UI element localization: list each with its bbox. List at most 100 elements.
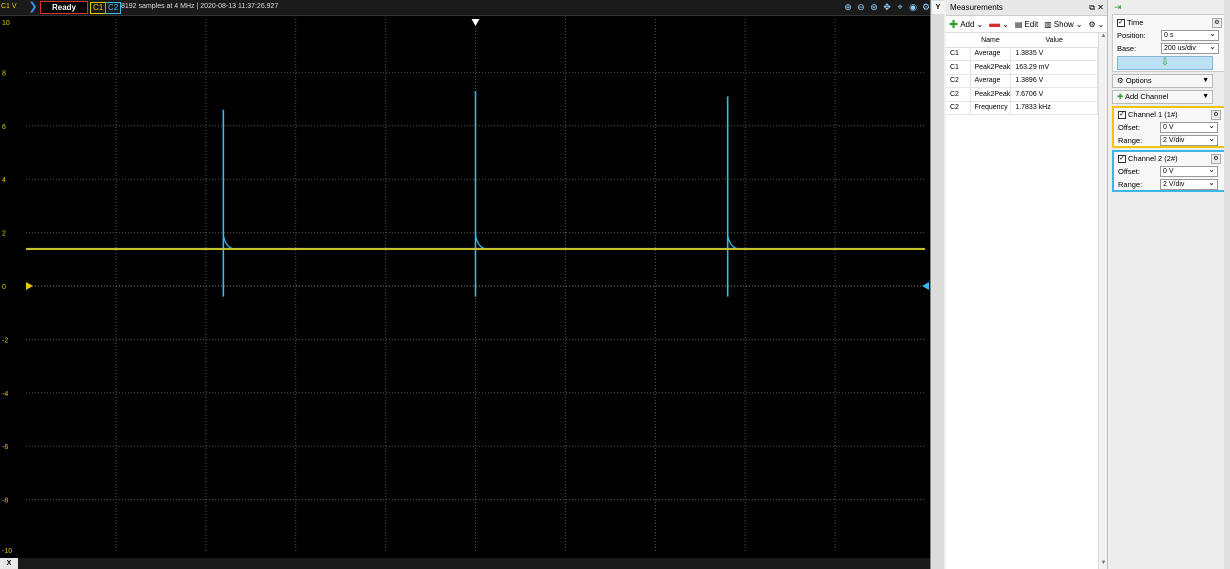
options-label: Options bbox=[1125, 76, 1152, 85]
base-label: Base: bbox=[1117, 44, 1137, 53]
scope-view[interactable]: C1 V ❯ Ready C1 C2 8192 samples at 4 MHz… bbox=[0, 0, 944, 569]
float-panel-icon[interactable]: ⧉ bbox=[1089, 3, 1095, 13]
table-row[interactable]: C2 Average 1.3896 V bbox=[946, 74, 1098, 88]
position-row: Position: 0 s bbox=[1117, 29, 1223, 42]
close-panel-icon[interactable]: ✕ bbox=[1097, 3, 1104, 12]
edit-label: Edit bbox=[1024, 19, 1039, 29]
channel-1-group: ✓Channel 1 (1#) ⚙ Offset: 0 V Range: 2 V… bbox=[1112, 106, 1226, 148]
y-axis-strip[interactable]: Y bbox=[930, 0, 944, 569]
channel-2-chip[interactable]: C2 bbox=[105, 2, 122, 14]
channel-1-offset-label: Offset: bbox=[1118, 123, 1140, 132]
x-axis-button[interactable]: X bbox=[0, 558, 18, 569]
add-channel-dropdown[interactable]: ✚ Add Channel ▼ bbox=[1112, 90, 1213, 104]
y-tick-label: -4 bbox=[2, 391, 8, 398]
y-tick-label: -2 bbox=[2, 337, 8, 344]
channel-1-label: Channel 1 (1#) bbox=[1128, 110, 1178, 119]
remove-measurement-button[interactable]: ▬ ⌄ bbox=[989, 18, 1009, 30]
time-header: ✓ Time bbox=[1117, 17, 1223, 29]
base-select[interactable]: 200 us/div bbox=[1161, 42, 1219, 54]
waveform-plot[interactable]: -1 ms-0.8 ms-0.6 ms-0.4 ms-0.2 ms0 ms0.2… bbox=[0, 17, 930, 558]
zoom-out-icon[interactable]: ⊖ bbox=[855, 1, 867, 14]
time-label: Time bbox=[1127, 18, 1144, 27]
dropdown-arrow-icon: ⌄ bbox=[976, 19, 984, 29]
col-header-name: Name bbox=[970, 34, 1011, 48]
minus-icon: ▬ bbox=[989, 18, 1001, 30]
app-window: C1 V ❯ Ready C1 C2 8192 samples at 4 MHz… bbox=[0, 0, 1230, 569]
channel-1-settings-icon[interactable]: ⚙ bbox=[1211, 110, 1221, 120]
time-checkbox[interactable]: ✓ bbox=[1117, 19, 1125, 28]
measurement-settings-button[interactable]: ⚙ ⌄ bbox=[1089, 20, 1105, 29]
cell-value: 7.6706 V bbox=[1010, 87, 1098, 102]
cell-name: Frequency bbox=[970, 101, 1012, 115]
table-row[interactable]: C2 Peak2Peak 7.6706 V bbox=[946, 87, 1098, 102]
measurements-table: Name Value C1 Average 1.3835 V C1 Peak2Peak 1… bbox=[946, 34, 1098, 115]
apply-down-arrow-button[interactable]: ⇩ bbox=[1117, 56, 1213, 70]
y-tick-label: -10 bbox=[2, 548, 12, 555]
cell-ch: C1 bbox=[946, 60, 971, 75]
add-label: Add bbox=[960, 19, 975, 29]
channel-1-range-select[interactable]: 2 V/div bbox=[1160, 134, 1218, 146]
options-icon: ⚙ bbox=[1117, 76, 1124, 85]
y-tick-label: 0 bbox=[2, 284, 6, 291]
options-dropdown[interactable]: ⚙ Options ▼ bbox=[1112, 74, 1213, 88]
pan-icon[interactable]: ✥ bbox=[881, 1, 893, 14]
axis-unit-label: C1 V bbox=[1, 3, 17, 10]
measurements-title: Measurements bbox=[950, 3, 1003, 12]
y-tick-label: 4 bbox=[2, 177, 6, 184]
status-ready-button[interactable]: Ready bbox=[40, 1, 88, 14]
channel-1-offset-select[interactable]: 0 V bbox=[1160, 121, 1218, 133]
plus-icon: ✚ bbox=[1117, 92, 1124, 101]
cell-ch: C2 bbox=[946, 87, 971, 102]
table-row[interactable]: C2 Frequency 1.7833 kHz bbox=[946, 101, 1098, 115]
y-axis-button[interactable]: Y bbox=[932, 1, 944, 14]
channel-2-header: ✓ Channel 2 (2#) bbox=[1118, 153, 1222, 165]
channel-2-offset-select[interactable]: 0 V bbox=[1160, 165, 1218, 177]
channel-1-header: ✓ Channel 1 (1#) bbox=[1118, 109, 1222, 121]
cell-name: Peak2Peak bbox=[970, 87, 1012, 102]
screenshot-icon[interactable]: ◉ bbox=[907, 1, 919, 14]
scroll-up-icon[interactable]: ▲ bbox=[1099, 33, 1108, 42]
add-measurement-button[interactable]: ✚ Add ⌄ bbox=[949, 18, 983, 31]
table-row[interactable]: C1 Average 1.3835 V bbox=[946, 47, 1098, 61]
show-measurement-button[interactable]: ▥ Show ⌄ bbox=[1044, 20, 1082, 29]
channel-1-chip[interactable]: C1 bbox=[90, 2, 107, 14]
measurements-toolbar: ✚ Add ⌄ ▬ ⌄ ▤ Edit ▥ Show ⌄ ⚙ ⌄ bbox=[946, 16, 1107, 33]
time-axis-bar: X bbox=[0, 558, 944, 569]
settings-scrollbar[interactable] bbox=[1224, 0, 1230, 569]
scroll-down-icon[interactable]: ▼ bbox=[1099, 560, 1108, 569]
edit-icon: ▤ bbox=[1014, 19, 1023, 29]
y-tick-label: -6 bbox=[2, 444, 8, 451]
channel-1-range-label: Range: bbox=[1118, 136, 1143, 145]
position-select[interactable]: 0 s bbox=[1161, 29, 1219, 41]
time-settings-icon[interactable]: ⚙ bbox=[1212, 18, 1222, 28]
channel-2-offset-row: Offset: 0 V bbox=[1118, 165, 1222, 178]
collapse-arrow-icon[interactable]: ⇥ bbox=[1114, 2, 1122, 13]
time-group: ✓Time ⚙ Position: 0 s Base: 200 us/div ⇩ bbox=[1112, 14, 1226, 72]
dropdown-arrow-icon: ⌄ bbox=[1097, 19, 1105, 29]
y-tick-label: -8 bbox=[2, 498, 8, 505]
channel-2-checkbox[interactable]: ✓ bbox=[1118, 155, 1126, 164]
channel-2-range-select[interactable]: 2 V/div bbox=[1160, 178, 1218, 190]
col-header-channel bbox=[946, 34, 970, 48]
y-tick-label: 10 bbox=[2, 20, 10, 27]
cell-ch: C2 bbox=[946, 74, 971, 88]
plus-icon: ✚ bbox=[949, 18, 959, 31]
cursor-icon[interactable]: ⌖ bbox=[894, 1, 906, 14]
cell-name: Average bbox=[970, 74, 1012, 88]
edit-measurement-button[interactable]: ▤ Edit bbox=[1015, 20, 1038, 29]
zoom-in-icon[interactable]: ⊕ bbox=[842, 1, 854, 14]
base-row: Base: 200 us/div bbox=[1117, 42, 1223, 55]
y-tick-label: 8 bbox=[2, 70, 6, 77]
run-chevron-icon[interactable]: ❯ bbox=[27, 1, 39, 14]
channel-1-checkbox[interactable]: ✓ bbox=[1118, 111, 1126, 120]
table-row[interactable]: C1 Peak2Peak 163.29 mV bbox=[946, 60, 1098, 75]
zoom-fit-icon[interactable]: ⊛ bbox=[868, 1, 880, 14]
measurements-scrollbar[interactable]: ▲ ▼ bbox=[1098, 33, 1107, 569]
channel-2-settings-icon[interactable]: ⚙ bbox=[1211, 154, 1221, 164]
col-header-value: Value bbox=[1010, 34, 1098, 48]
cell-value: 1.3835 V bbox=[1010, 47, 1098, 61]
cell-ch: C2 bbox=[946, 101, 971, 115]
channel-2-range-row: Range: 2 V/div bbox=[1118, 178, 1222, 191]
measurements-title-bar: Measurements ⧉ ✕ bbox=[946, 0, 1107, 16]
channel-1-offset-row: Offset: 0 V bbox=[1118, 121, 1222, 134]
